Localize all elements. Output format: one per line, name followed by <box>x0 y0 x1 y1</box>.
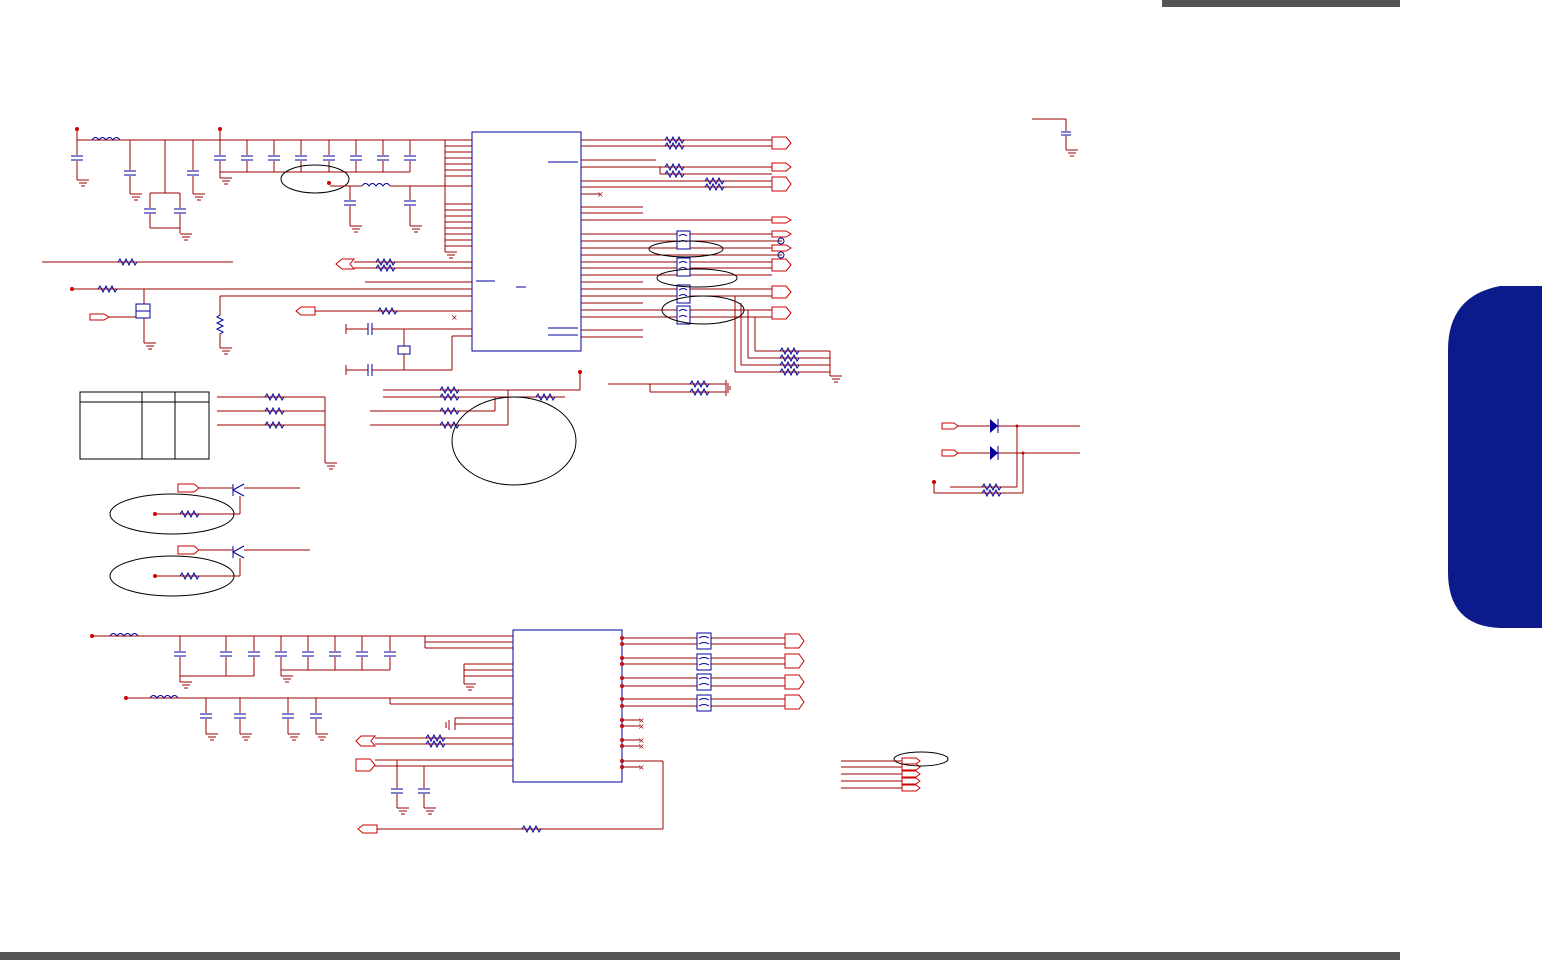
net-port-icon <box>177 483 200 493</box>
svg-text:×: × <box>451 313 458 322</box>
net-port-icon <box>784 633 805 710</box>
schematic-diagram: × × ×× ×× × <box>0 0 1542 960</box>
connector-group-bottom-right <box>841 751 949 792</box>
resistor-icon <box>215 314 225 335</box>
transistor-circuit-2 <box>109 545 310 597</box>
net-port-icon <box>771 136 792 320</box>
svg-text:×: × <box>638 763 645 772</box>
ic-right-signals: × <box>581 135 843 383</box>
power-filter-section <box>71 127 472 259</box>
net-port-icon <box>355 758 376 772</box>
net-port-icon <box>355 735 377 747</box>
main-controller-ic <box>471 131 582 352</box>
lower-power-section <box>90 633 664 834</box>
transistor-icon <box>232 545 245 559</box>
svg-text:×: × <box>638 722 645 731</box>
ground-cap-top-right <box>1032 118 1079 157</box>
ic-left-signals: × <box>42 257 472 376</box>
ferrite-bead-icon <box>676 230 691 325</box>
diode-icon <box>990 419 999 460</box>
header-bar <box>1162 0 1400 7</box>
transistor-circuit-1 <box>109 483 300 535</box>
lower-right-signals: ×× ×× × <box>620 632 805 772</box>
svg-text:×: × <box>638 742 645 751</box>
secondary-ic <box>512 629 623 783</box>
diode-circuit <box>932 419 1080 498</box>
side-tab <box>1448 286 1542 628</box>
inductor-icon <box>361 183 391 187</box>
capacitor-bank-top <box>71 140 206 241</box>
transistor-icon <box>232 483 245 497</box>
mosfet-icon <box>108 289 157 350</box>
crystal-icon <box>345 323 472 376</box>
capacitor-bank-vdd <box>214 140 416 194</box>
pulldown-group <box>608 379 731 397</box>
net-port-icon <box>335 258 356 270</box>
strap-resistors <box>217 392 338 470</box>
footer-bar <box>0 952 1400 960</box>
option-table <box>79 391 210 460</box>
net-port-icon <box>941 422 959 430</box>
net-port-icon <box>941 449 959 457</box>
svg-text:×: × <box>597 190 604 199</box>
net-port-icon <box>357 824 378 834</box>
strap-resistors-center <box>370 370 582 486</box>
net-port-icon <box>177 545 200 555</box>
net-port-icon <box>295 306 316 316</box>
ferrite-bead-icon <box>696 632 712 712</box>
net-port-icon <box>89 313 110 321</box>
